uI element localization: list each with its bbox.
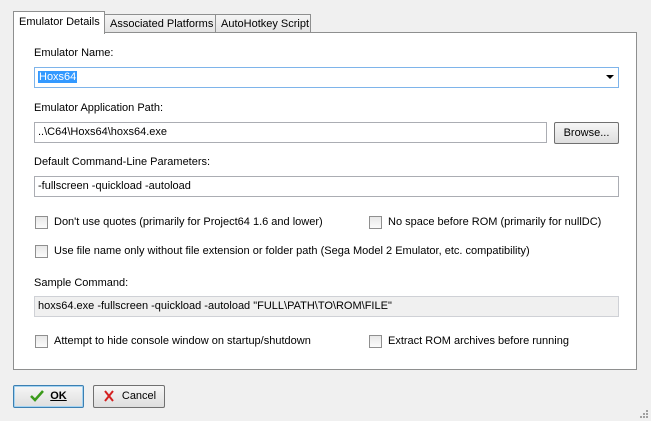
resize-grip-icon[interactable] (638, 408, 648, 418)
emulator-name-value: Hoxs64 (38, 71, 78, 83)
emulator-name-label: Emulator Name: (34, 47, 114, 59)
dont-use-quotes-checkbox[interactable] (35, 216, 48, 229)
tab-associated-platforms[interactable]: Associated Platforms (104, 14, 216, 32)
hide-console-label: Attempt to hide console window on startu… (54, 335, 311, 347)
app-path-input[interactable]: ..\C64\Hoxs64\hoxs64.exe (34, 122, 547, 143)
sample-command-field: hoxs64.exe -fullscreen -quickload -autol… (34, 296, 619, 317)
app-path-label: Emulator Application Path: (34, 102, 164, 114)
cmdline-label: Default Command-Line Parameters: (34, 156, 211, 168)
tab-emulator-details[interactable]: Emulator Details (13, 11, 105, 34)
close-icon (104, 390, 114, 402)
sample-command-label: Sample Command: (34, 277, 129, 289)
emulator-name-combobox[interactable]: Hoxs64 (34, 67, 619, 88)
hide-console-checkbox[interactable] (35, 335, 48, 348)
extract-rom-label: Extract ROM archives before running (388, 335, 569, 347)
cmdline-input[interactable]: -fullscreen -quickload -autoload (34, 176, 619, 197)
ok-button[interactable]: OK (13, 385, 84, 408)
cancel-button[interactable]: Cancel (93, 385, 165, 408)
emulator-details-panel: Emulator Name: Hoxs64 Emulator Applicati… (13, 32, 637, 370)
checkmark-icon (30, 390, 45, 402)
ok-label: OK (50, 390, 67, 402)
no-space-before-rom-label: No space before ROM (primarily for nullD… (388, 216, 602, 228)
cancel-label: Cancel (121, 390, 157, 402)
browse-button[interactable]: Browse... (554, 122, 619, 144)
file-name-only-label: Use file name only without file extensio… (54, 245, 530, 257)
chevron-down-icon[interactable] (606, 75, 614, 79)
dont-use-quotes-label: Don't use quotes (primarily for Project6… (54, 216, 323, 228)
file-name-only-checkbox[interactable] (35, 245, 48, 258)
tab-autohotkey-script[interactable]: AutoHotkey Script (215, 14, 311, 32)
extract-rom-checkbox[interactable] (369, 335, 382, 348)
no-space-before-rom-checkbox[interactable] (369, 216, 382, 229)
